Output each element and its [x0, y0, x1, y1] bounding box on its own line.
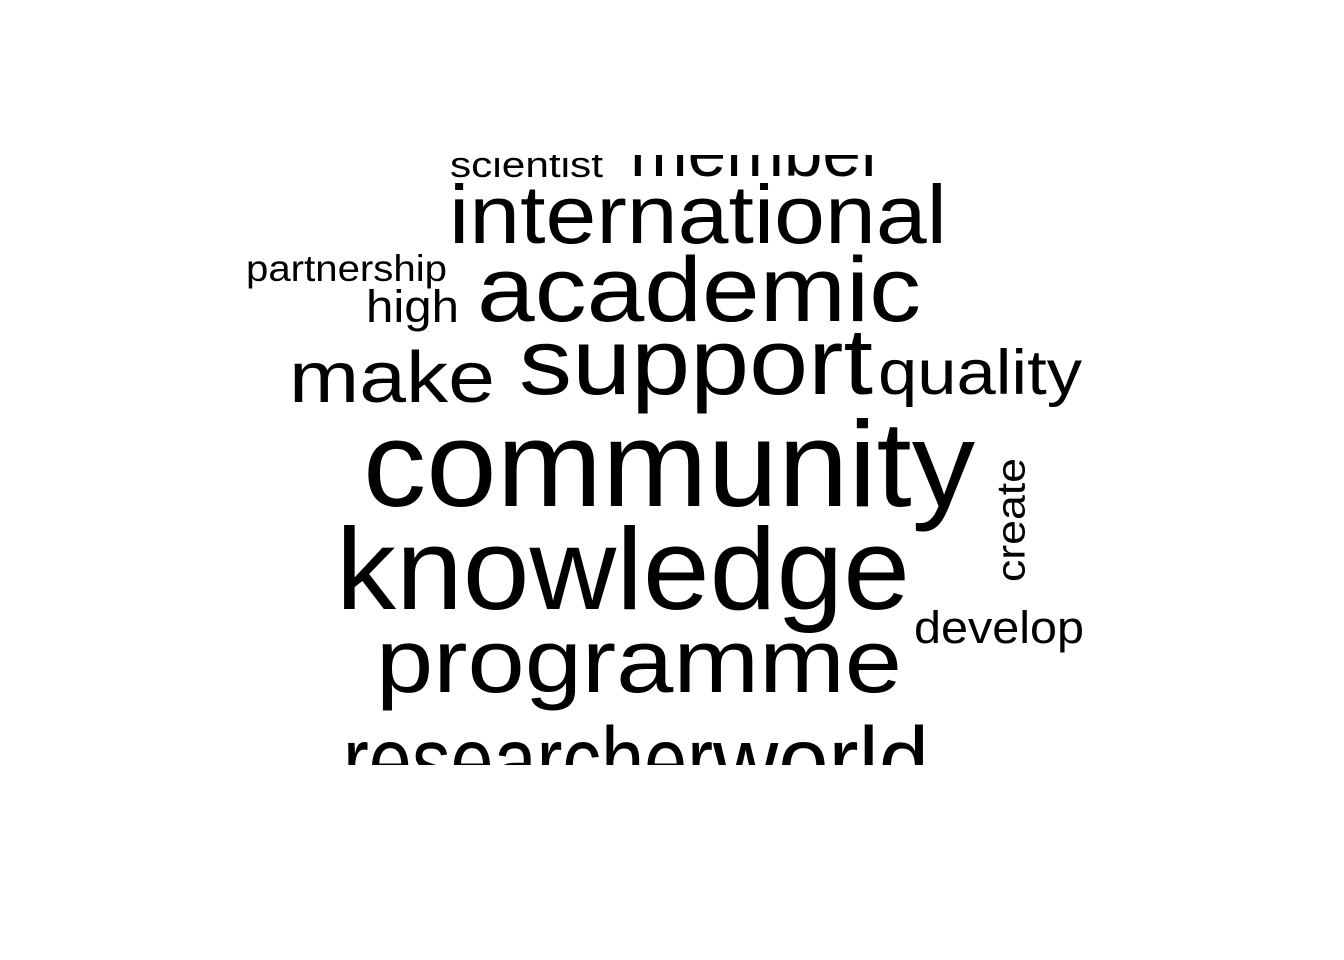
word-programme: programme [376, 611, 903, 712]
word-cloud-plot-area: community knowledge programme support ac… [0, 155, 1344, 765]
word-knowledge: knowledge [336, 504, 910, 635]
word-partnership: partnership [246, 247, 447, 289]
word-high: high [366, 281, 459, 333]
word-researcher: researcher [343, 708, 713, 765]
word-quality: quality [878, 337, 1082, 408]
word-make: make [289, 337, 495, 418]
word-cloud: community knowledge programme support ac… [0, 0, 1344, 960]
word-member: member [630, 155, 884, 187]
word-world: world [713, 708, 929, 765]
word-develop: develop [914, 602, 1084, 654]
word-scientist: scientist [450, 155, 604, 186]
word-create: create [989, 457, 1034, 583]
